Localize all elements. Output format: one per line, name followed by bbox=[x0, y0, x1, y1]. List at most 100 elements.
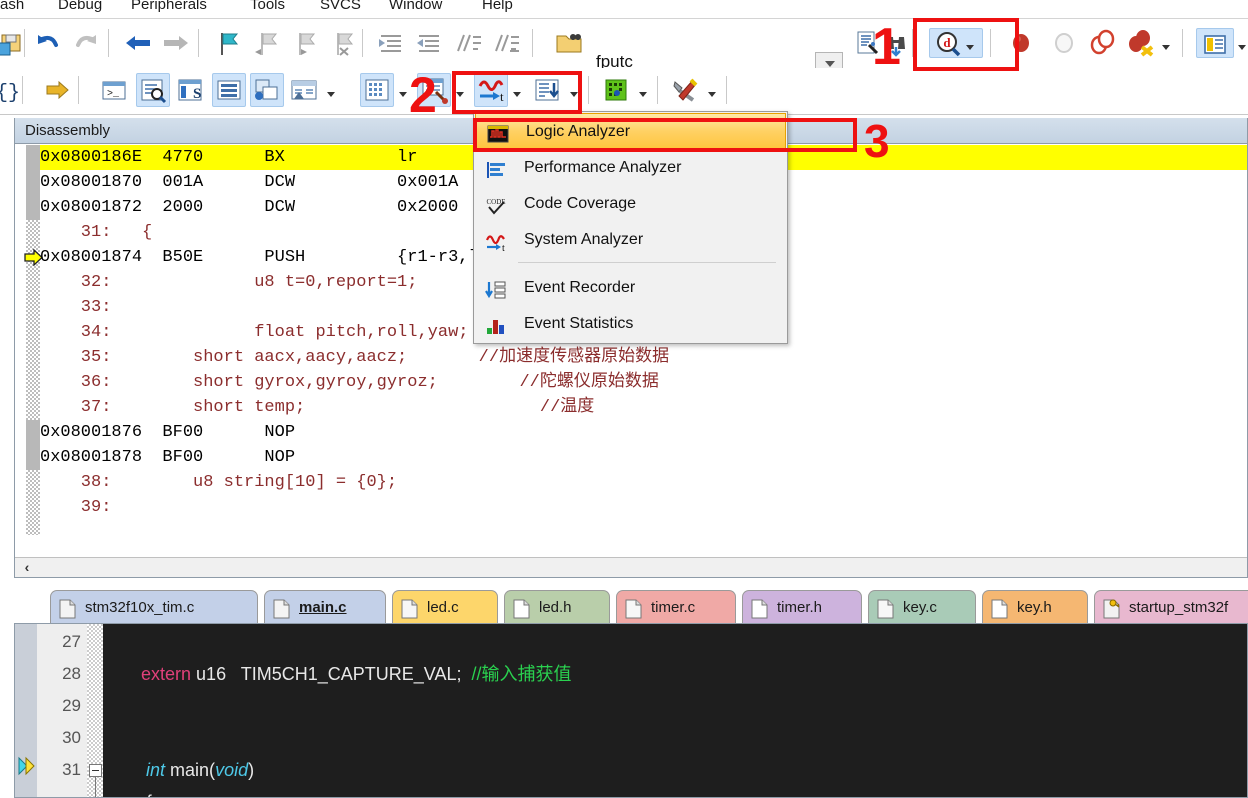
watch-dropdown-icon[interactable] bbox=[327, 90, 336, 98]
command-window-icon[interactable]: >_ bbox=[98, 74, 130, 106]
system-viewer-icon[interactable] bbox=[600, 74, 632, 106]
editor-tab-label: main.c bbox=[299, 599, 347, 616]
disassembly-window-icon[interactable] bbox=[136, 73, 170, 107]
memory-window-icon[interactable] bbox=[360, 73, 394, 107]
annotation-box-1 bbox=[913, 18, 1019, 71]
menu-item-help[interactable]: Help bbox=[482, 0, 513, 13]
breakpoint-disable-all-icon[interactable] bbox=[1086, 27, 1118, 59]
editor-tab-label: startup_stm32f bbox=[1129, 599, 1229, 616]
run-to-cursor-icon[interactable] bbox=[41, 74, 73, 106]
menu-item-flash[interactable]: ash bbox=[0, 0, 24, 13]
toolbar-separator bbox=[532, 29, 533, 57]
editor-tab-label: key.h bbox=[1017, 599, 1052, 616]
keil-uvision-window: ash Debug Peripherals Tools SVCS Window … bbox=[0, 0, 1248, 798]
toolbar-separator bbox=[726, 76, 727, 104]
bookmark-toggle-icon[interactable] bbox=[212, 27, 244, 59]
symbols-window-icon[interactable]: S bbox=[174, 74, 206, 106]
indent-left-icon[interactable] bbox=[413, 27, 445, 59]
menu-item-peripherals[interactable]: Peripherals bbox=[131, 0, 207, 13]
menu-item-system-analyzer[interactable]: t System Analyzer bbox=[474, 222, 787, 258]
scroll-left-icon[interactable]: ‹ bbox=[19, 559, 35, 576]
editor-line-number: 31 bbox=[62, 760, 81, 779]
menu-item-label: Performance Analyzer bbox=[524, 159, 682, 176]
file-key-icon bbox=[1103, 598, 1120, 619]
disassembly-line: 0x08001876 BF00 NOP bbox=[40, 423, 296, 442]
comment-icon[interactable] bbox=[451, 27, 483, 59]
fold-guide-line bbox=[95, 777, 96, 797]
performance-analyzer-icon bbox=[485, 158, 507, 178]
breakpoint-dropdown-icon[interactable] bbox=[1162, 43, 1171, 51]
editor-tab-led-c[interactable]: led.c bbox=[392, 590, 498, 624]
toolbar-separator bbox=[198, 29, 199, 57]
menu-item-tools[interactable]: Tools bbox=[250, 0, 285, 13]
annotation-number-1: 1 bbox=[872, 18, 901, 76]
memory-dropdown-icon[interactable] bbox=[399, 90, 408, 98]
editor-tab-led-h[interactable]: led.h bbox=[504, 590, 610, 624]
disassembly-horizontal-scrollbar[interactable]: ‹ bbox=[15, 557, 1247, 577]
manage-components-dropdown-icon[interactable] bbox=[1238, 43, 1247, 51]
editor-tab-timer-h[interactable]: timer.h bbox=[742, 590, 862, 624]
system-viewer-dropdown-icon[interactable] bbox=[639, 90, 648, 98]
bookmark-next-icon[interactable] bbox=[288, 27, 320, 59]
system-analyzer-icon: t bbox=[485, 230, 507, 254]
editor-tab-timer-c[interactable]: timer.c bbox=[616, 590, 736, 624]
registers-window-icon[interactable] bbox=[212, 73, 246, 107]
watch-window-icon[interactable] bbox=[288, 74, 320, 106]
editor-tab-key-c[interactable]: key.c bbox=[868, 590, 976, 624]
bookmark-clear-icon[interactable] bbox=[326, 27, 358, 59]
annotation-box-3 bbox=[473, 118, 857, 152]
editor-tab-stm32f10x-tim-c[interactable]: stm32f10x_tim.c bbox=[50, 590, 258, 624]
undo-icon[interactable] bbox=[32, 27, 64, 59]
file-icon bbox=[273, 598, 290, 619]
toolbar-separator bbox=[24, 29, 25, 57]
menu-item-debug[interactable]: Debug bbox=[58, 0, 102, 13]
code-text: { bbox=[141, 792, 152, 797]
disassembly-gutter bbox=[15, 145, 40, 557]
code-editor[interactable]: 27 28 29 30 31 extern u16 TIM5CH1_CAPTUR… bbox=[14, 623, 1248, 798]
menu-item-event-statistics[interactable]: Event Statistics bbox=[474, 306, 787, 342]
menu-item-performance-analyzer[interactable]: Performance Analyzer bbox=[474, 150, 787, 186]
menu-item-window[interactable]: Window bbox=[389, 0, 442, 13]
tools-dropdown-icon[interactable] bbox=[708, 90, 717, 98]
file-icon bbox=[751, 598, 768, 619]
menu-item-code-coverage[interactable]: CODE Code Coverage bbox=[474, 186, 787, 222]
editor-tab-startup-stm32f[interactable]: startup_stm32f bbox=[1094, 590, 1248, 624]
svg-text:t: t bbox=[502, 243, 505, 252]
call-stack-window-icon[interactable] bbox=[250, 73, 284, 107]
editor-tab-label: led.c bbox=[427, 599, 459, 616]
menu-item-event-recorder[interactable]: Event Recorder bbox=[474, 270, 787, 306]
manage-components-icon[interactable] bbox=[1196, 28, 1234, 58]
disassembly-line: 31: { bbox=[40, 223, 153, 242]
menu-item-label: Event Statistics bbox=[524, 315, 634, 332]
annotation-number-2: 2 bbox=[409, 67, 437, 123]
menu-item-svcs[interactable]: SVCS bbox=[320, 0, 361, 13]
redo-icon[interactable] bbox=[70, 27, 102, 59]
disassembly-line: 0x08001878 BF00 NOP bbox=[40, 448, 296, 467]
debug-step-arrow-icon bbox=[17, 756, 37, 776]
disassembly-line: 0x08001872 2000 DCW 0x2000 bbox=[40, 198, 459, 217]
braces-icon[interactable]: {} bbox=[0, 74, 24, 106]
tools-icon[interactable] bbox=[669, 74, 701, 106]
file-icon bbox=[513, 598, 530, 619]
toolbar-separator bbox=[108, 29, 109, 57]
disassembly-line: 34: float pitch,roll,yaw; bbox=[40, 323, 469, 342]
bookmark-prev-icon[interactable] bbox=[250, 27, 282, 59]
editor-tab-label: stm32f10x_tim.c bbox=[85, 599, 195, 616]
annotation-box-2 bbox=[452, 71, 582, 114]
menu-item-label: System Analyzer bbox=[524, 231, 644, 248]
uncomment-icon[interactable] bbox=[489, 27, 521, 59]
menu-item-label: Event Recorder bbox=[524, 279, 636, 296]
toolbar-separator bbox=[362, 29, 363, 57]
navigate-back-icon[interactable] bbox=[122, 27, 154, 59]
navigate-forward-icon[interactable] bbox=[160, 27, 192, 59]
editor-tab-key-h[interactable]: key.h bbox=[982, 590, 1088, 624]
save-all-icon[interactable] bbox=[0, 27, 26, 59]
toolbar-separator bbox=[588, 76, 589, 104]
breakpoint-kill-all-icon[interactable] bbox=[1124, 27, 1156, 59]
editor-tab-main-c[interactable]: main.c bbox=[264, 590, 386, 624]
fold-collapse-icon[interactable] bbox=[89, 764, 102, 777]
open-file-icon[interactable] bbox=[553, 27, 585, 59]
annotation-number-3: 3 bbox=[864, 115, 890, 167]
indent-right-icon[interactable] bbox=[375, 27, 407, 59]
breakpoint-disable-icon[interactable] bbox=[1048, 27, 1080, 59]
